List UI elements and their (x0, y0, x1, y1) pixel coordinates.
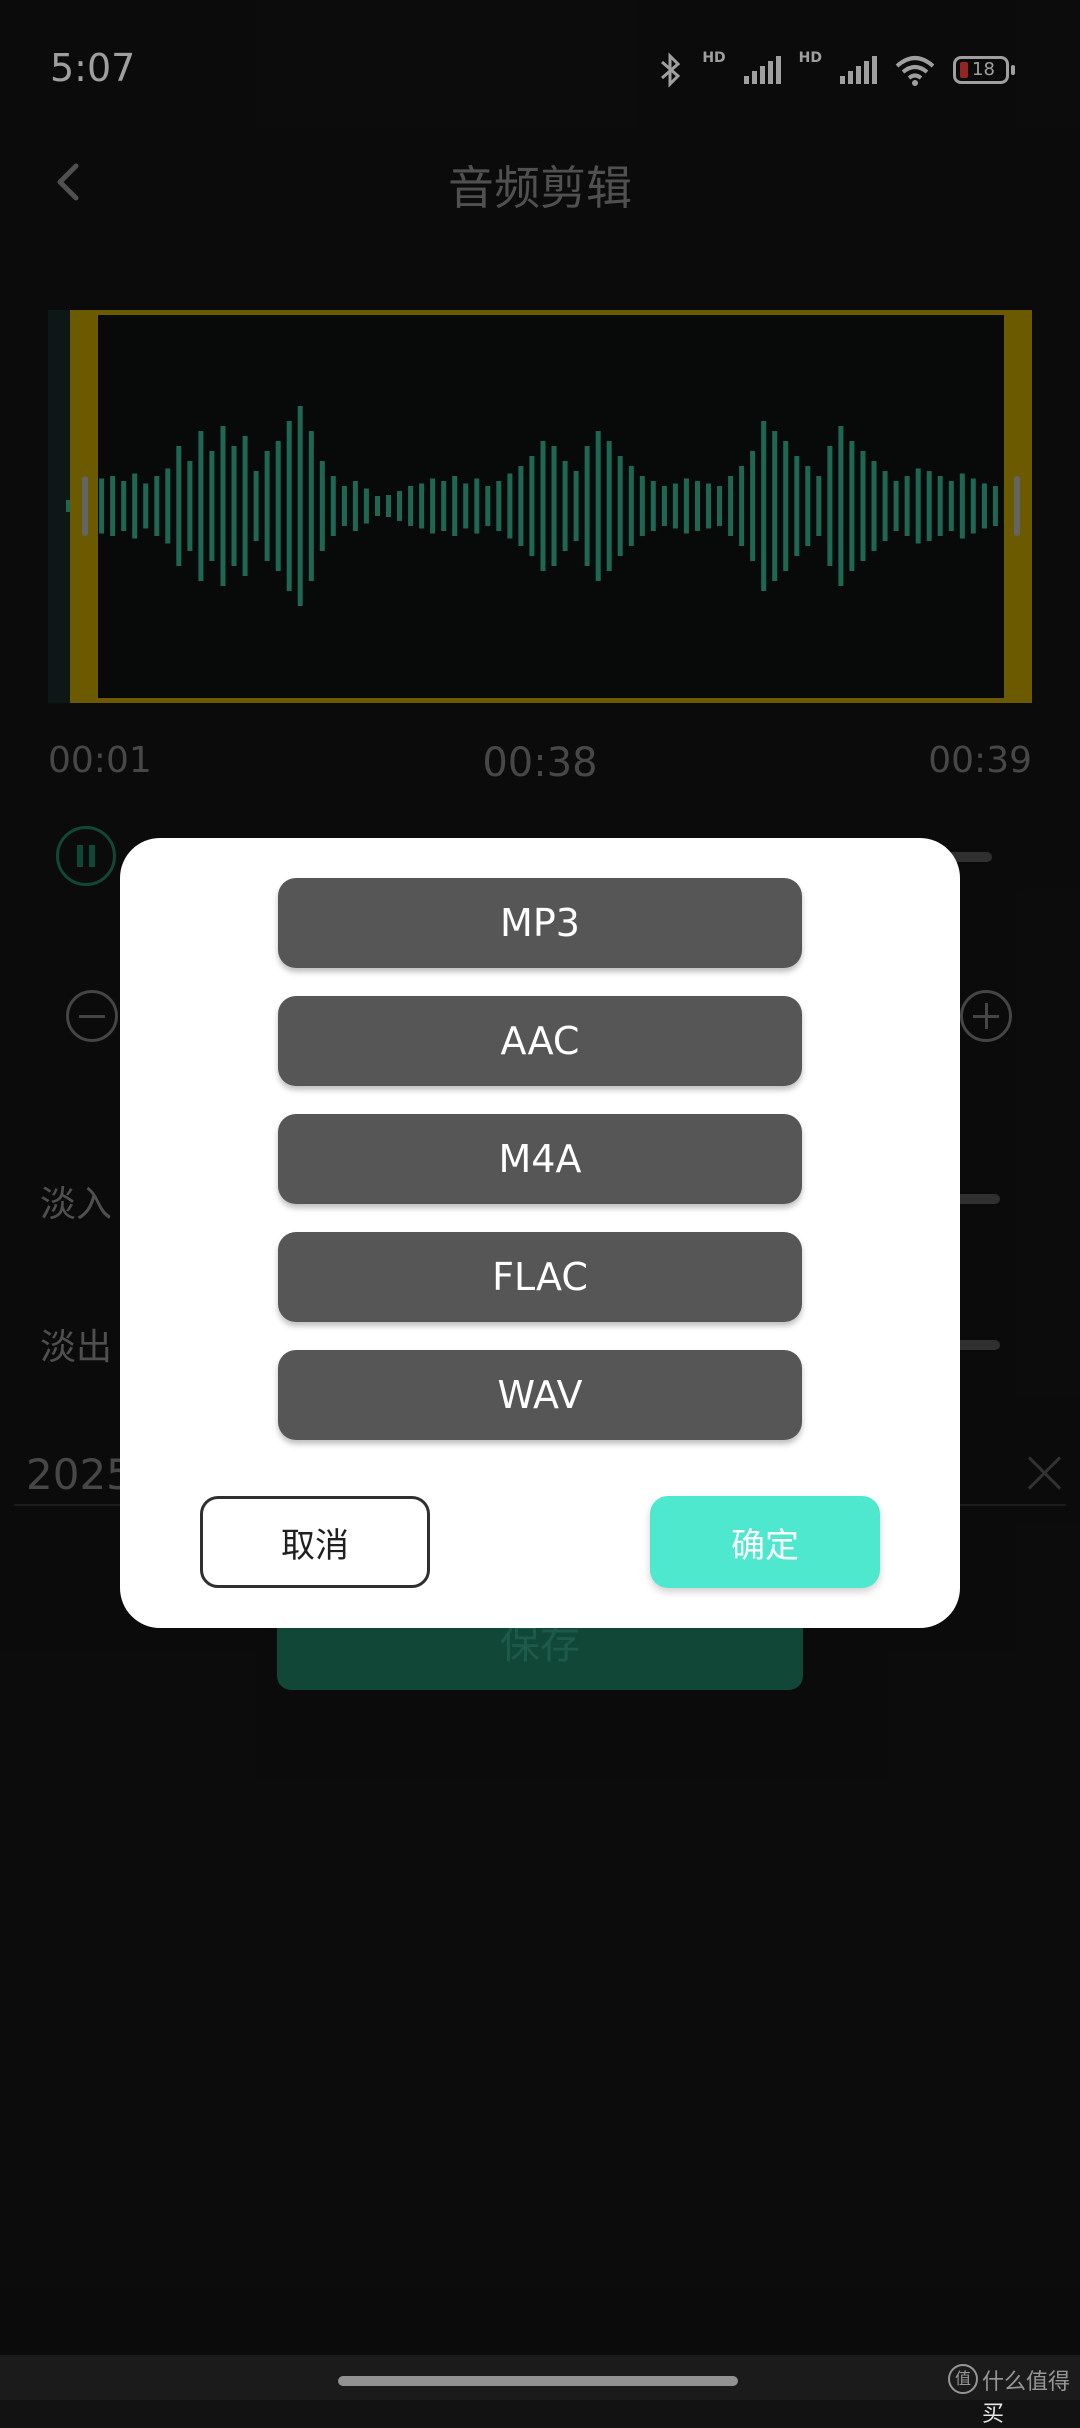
format-option-mp3[interactable]: MP3 (278, 878, 802, 968)
confirm-button[interactable]: 确定 (650, 1496, 880, 1588)
format-option-aac[interactable]: AAC (278, 996, 802, 1086)
cancel-button[interactable]: 取消 (200, 1496, 430, 1588)
format-option-m4a[interactable]: M4A (278, 1114, 802, 1204)
format-option-flac[interactable]: FLAC (278, 1232, 802, 1322)
format-option-wav[interactable]: WAV (278, 1350, 802, 1440)
